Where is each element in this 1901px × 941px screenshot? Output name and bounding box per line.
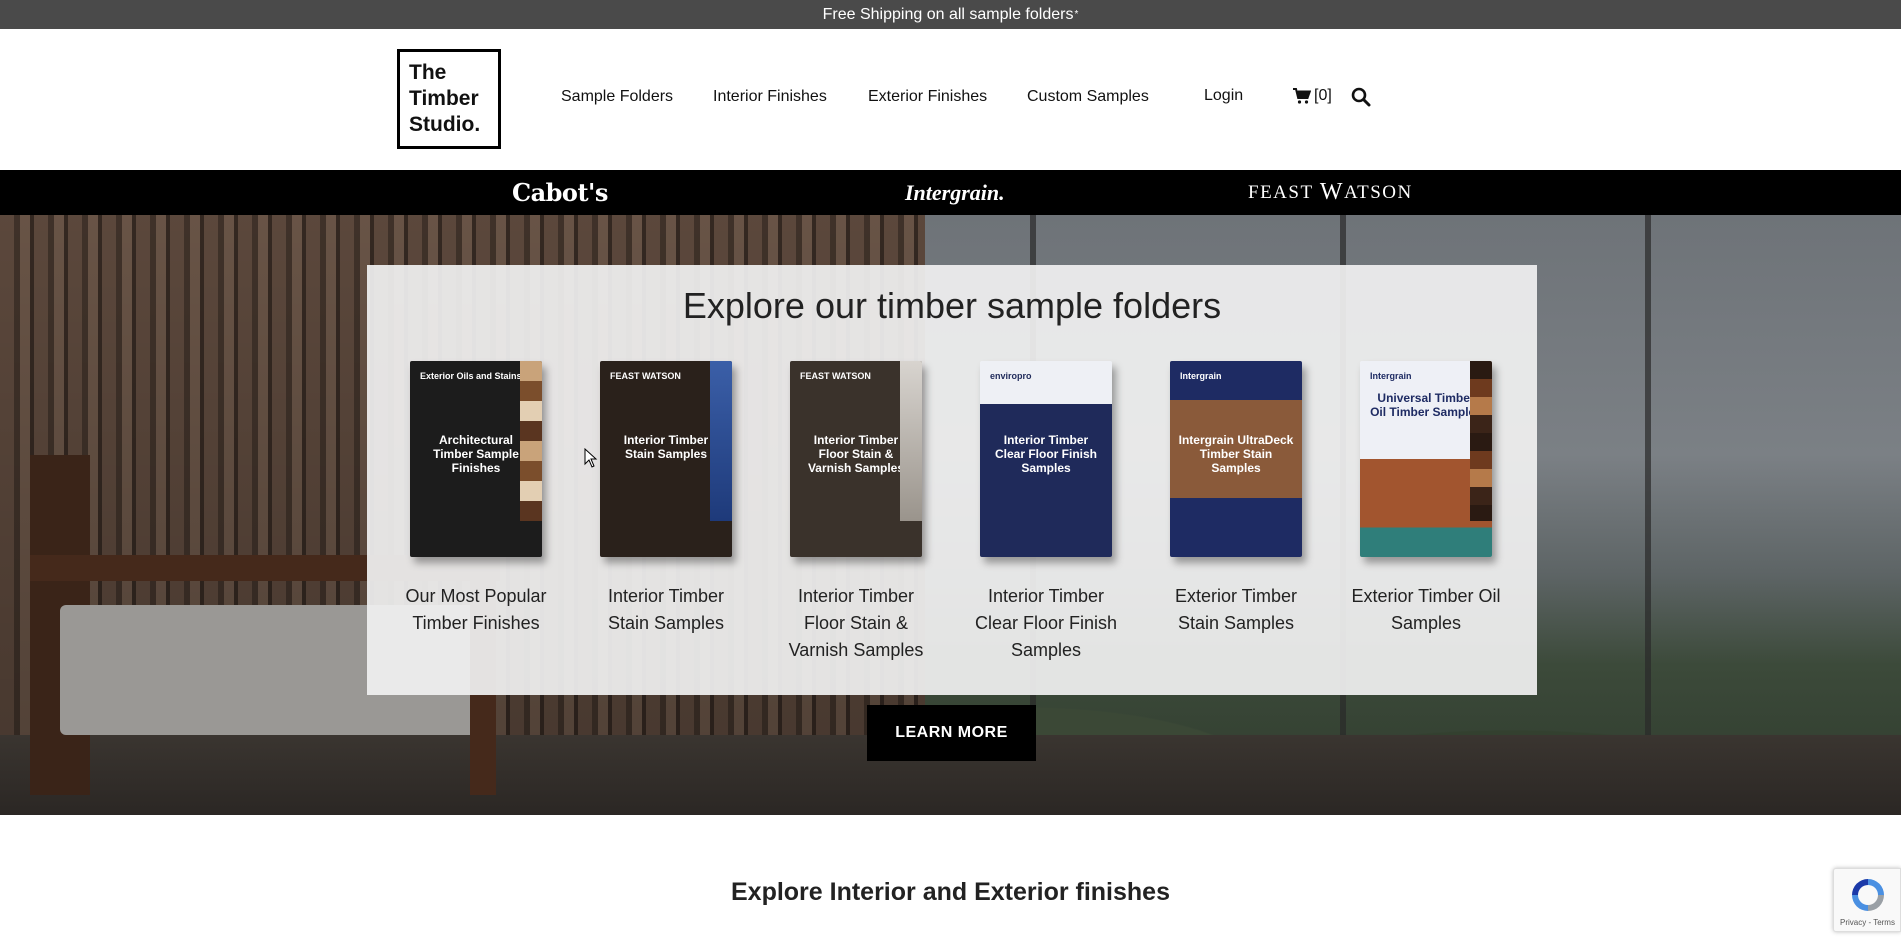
folder-cover-image: Exterior Oils and Stains Architectural T… [410,361,542,557]
folder-cover-image: enviropro Interior Timber Clear Floor Fi… [980,361,1112,557]
folder-cover-image: Intergrain Intergrain UltraDeck Timber S… [1170,361,1302,557]
hero-section: Explore our timber sample folders Exteri… [0,215,1901,815]
folder-cover-image: FEAST WATSON Interior Timber Floor Stain… [790,361,922,557]
nav-custom-samples[interactable]: Custom Samples [1027,88,1149,106]
logo-line-3: Studio. [409,113,481,136]
sample-folders-panel: Explore our timber sample folders Exteri… [367,265,1537,695]
brand-bar: Cabot's Intergrain. FEAST W ATSON [0,170,1901,215]
logo-line-1: The [409,61,447,84]
nav-sample-folders[interactable]: Sample Folders [561,88,673,106]
nav-login[interactable]: Login [1204,87,1243,105]
folder-cover-image: FEAST WATSON Interior Timber Stain Sampl… [600,361,732,557]
folder-card[interactable]: Intergrain Universal Timber Oil Timber S… [1331,361,1521,637]
feast-watson-logo[interactable]: FEAST W ATSON [1248,170,1413,215]
folder-label[interactable]: Interior Timber Stain Samples [571,583,761,637]
cart-link[interactable]: [0] [1293,87,1332,105]
folder-label[interactable]: Exterior Timber Stain Samples [1141,583,1331,637]
folder-label[interactable]: Exterior Timber Oil Samples [1331,583,1521,637]
cart-count: [0] [1314,87,1332,104]
search-icon [1351,87,1371,107]
folder-card[interactable]: Intergrain Intergrain UltraDeck Timber S… [1141,361,1331,637]
folder-card[interactable]: enviropro Interior Timber Clear Floor Fi… [951,361,1141,664]
feast-watson-part1: FEAST [1248,181,1314,203]
logo-line-2: Timber [409,87,479,110]
promo-asterisk: * [1074,9,1079,20]
site-header: The Timber Studio. Sample Folders Interi… [0,29,1901,170]
folder-card[interactable]: FEAST WATSON Interior Timber Stain Sampl… [571,361,761,637]
section-heading: Explore Interior and Exterior finishes [730,878,1170,906]
learn-more-button[interactable]: LEARN MORE [867,705,1036,761]
cabots-logo[interactable]: Cabot's [512,170,608,215]
nav-exterior-finishes[interactable]: Exterior Finishes [868,88,987,106]
promo-banner: Free Shipping on all sample folders * [0,0,1901,29]
cart-icon [1293,88,1311,104]
search-button[interactable] [1351,87,1371,112]
recaptcha-icon [1852,879,1884,911]
folder-label[interactable]: Interior Timber Floor Stain & Varnish Samp… [761,583,951,664]
folder-card[interactable]: Exterior Oils and Stains Architectural T… [381,361,571,637]
intergrain-logo[interactable]: Intergrain. [905,170,1005,215]
mouse-cursor-icon [584,448,598,468]
folder-card[interactable]: FEAST WATSON Interior Timber Floor Stain… [761,361,951,664]
promo-text: Free Shipping on all sample folders [822,5,1074,23]
folder-label[interactable]: Our Most Popular Timber Finishes [381,583,571,637]
panel-title: Explore our timber sample folders [682,285,1222,326]
recaptcha-terms[interactable]: Privacy - Terms [1840,918,1895,927]
feast-watson-w: W [1319,179,1344,205]
site-logo[interactable]: The Timber Studio. [397,49,501,149]
feast-watson-part3: ATSON [1343,181,1413,203]
folder-cover-image: Intergrain Universal Timber Oil Timber S… [1360,361,1492,557]
recaptcha-badge[interactable]: Privacy - Terms [1833,868,1901,932]
nav-interior-finishes[interactable]: Interior Finishes [713,88,827,106]
folder-label[interactable]: Interior Timber Clear Floor Finish Samples [951,583,1141,664]
